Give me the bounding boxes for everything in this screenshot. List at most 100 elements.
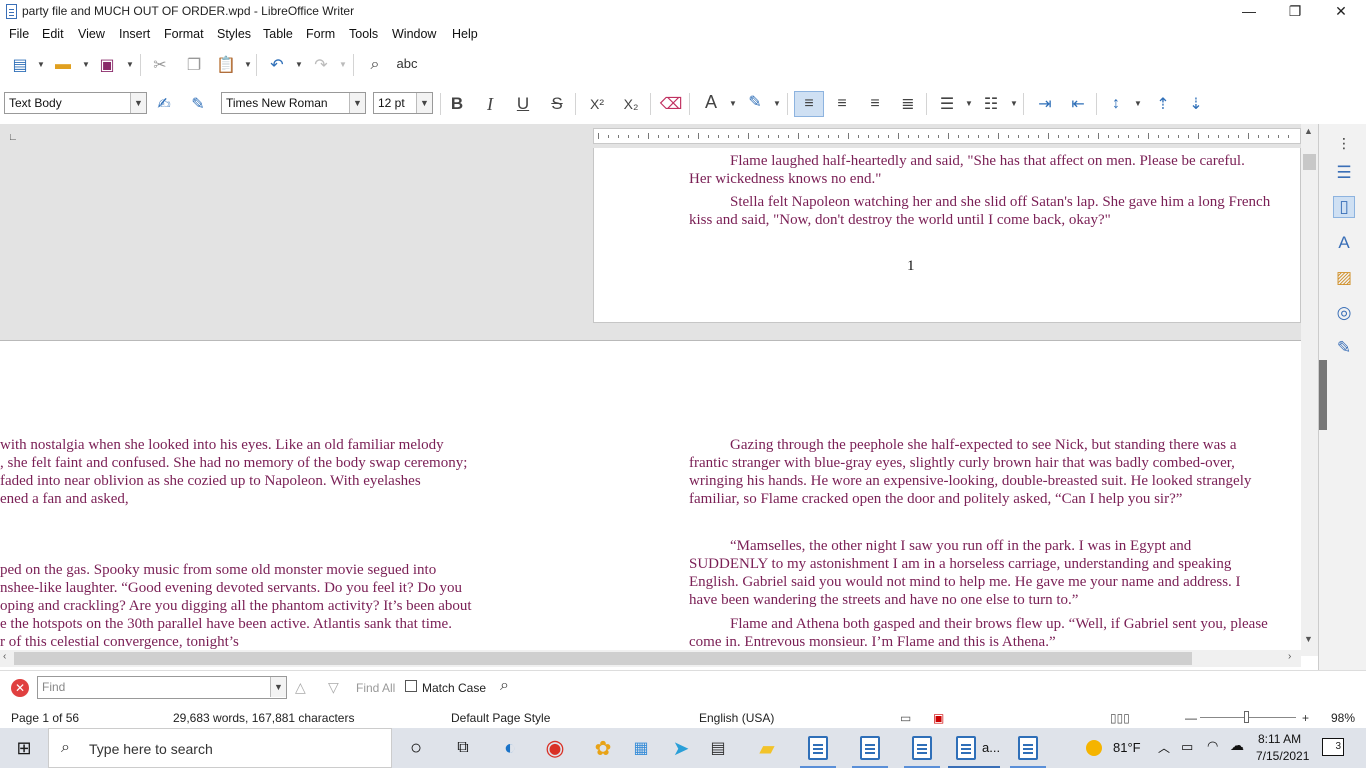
justify-icon[interactable]: ≣ bbox=[896, 92, 920, 116]
control-panel-icon[interactable]: ▦ bbox=[627, 734, 655, 762]
menu-help[interactable]: Help bbox=[452, 27, 478, 41]
manage-changes-icon[interactable]: ✎ bbox=[1333, 337, 1355, 359]
writer-window-4-icon[interactable] bbox=[952, 734, 980, 762]
vertical-scroll-thumb[interactable] bbox=[1303, 154, 1316, 170]
find-next-icon[interactable]: ▽ bbox=[328, 679, 339, 696]
menu-edit[interactable]: Edit bbox=[42, 27, 64, 41]
page-count[interactable]: Page 1 of 56 bbox=[11, 711, 79, 725]
decrease-indent-icon[interactable]: ⇤ bbox=[1066, 92, 1090, 116]
scroll-right-icon[interactable]: › bbox=[1288, 651, 1291, 662]
writer-window-3-icon[interactable] bbox=[908, 734, 936, 762]
copy-icon[interactable]: ❐ bbox=[182, 53, 206, 77]
store-icon[interactable]: ▤ bbox=[704, 734, 732, 762]
sidebar-collapse-handle[interactable] bbox=[1319, 360, 1327, 430]
clear-formatting-icon[interactable]: ⌫ bbox=[659, 92, 683, 116]
numbered-list-icon[interactable]: ☷ bbox=[979, 92, 1003, 116]
find-previous-icon[interactable]: △ bbox=[295, 679, 306, 696]
gallery-icon[interactable]: ▨ bbox=[1333, 267, 1355, 289]
chrome-icon[interactable]: ◉ bbox=[541, 734, 569, 762]
horizontal-ruler[interactable] bbox=[593, 128, 1301, 144]
underline-button[interactable]: U bbox=[511, 92, 535, 116]
align-center-icon[interactable]: ≡ bbox=[830, 92, 854, 116]
windows-start-icon[interactable]: ⊞ bbox=[10, 734, 38, 762]
clock-time[interactable]: 8:11 AM bbox=[1258, 732, 1301, 746]
writer-window-5-icon[interactable] bbox=[1014, 734, 1042, 762]
vertical-scrollbar[interactable]: ▲ ▼ bbox=[1301, 124, 1318, 656]
zoom-out-icon[interactable]: — bbox=[1185, 711, 1197, 725]
find-replace-icon[interactable]: ⌕ bbox=[500, 677, 509, 695]
menu-form[interactable]: Form bbox=[306, 27, 335, 41]
redo-dropdown-icon[interactable]: ▼ bbox=[339, 53, 347, 77]
bold-button[interactable]: B bbox=[445, 92, 469, 116]
close-find-icon[interactable]: ✕ bbox=[11, 679, 29, 697]
font-color-icon[interactable]: A bbox=[699, 90, 723, 114]
menu-file[interactable]: File bbox=[9, 27, 29, 41]
scroll-up-icon[interactable]: ▲ bbox=[1304, 126, 1313, 136]
new-dropdown-icon[interactable]: ▼ bbox=[37, 53, 45, 77]
horizontal-scrollbar[interactable]: ‹ › bbox=[0, 650, 1301, 667]
zoom-in-icon[interactable]: + bbox=[1302, 711, 1309, 725]
chevron-down-icon[interactable]: ▼ bbox=[130, 93, 146, 113]
menu-window[interactable]: Window bbox=[392, 27, 436, 41]
page-1-bottom[interactable]: Flame laughed half-heartedly and said, "… bbox=[593, 148, 1301, 323]
horizontal-scroll-thumb[interactable] bbox=[14, 652, 1192, 665]
line-spacing-icon[interactable]: ↕ bbox=[1104, 92, 1128, 116]
find-replace-icon[interactable]: ⌕ bbox=[363, 53, 387, 77]
document-area[interactable]: ∟ Flame laughed half-heartedly and said,… bbox=[0, 124, 1318, 656]
align-right-icon[interactable]: ≡ bbox=[863, 92, 887, 116]
save-dropdown-icon[interactable]: ▼ bbox=[126, 53, 134, 77]
bullet-list-icon[interactable]: ☰ bbox=[935, 92, 959, 116]
numbered-list-dropdown-icon[interactable]: ▼ bbox=[1010, 92, 1018, 116]
subscript-button[interactable]: X₂ bbox=[619, 92, 643, 116]
sidebar-menu-icon[interactable]: ⋮ bbox=[1333, 132, 1355, 154]
minimize-button[interactable]: — bbox=[1226, 0, 1272, 24]
writer-window-1-icon[interactable] bbox=[804, 734, 832, 762]
save-icon[interactable]: ▣ bbox=[95, 53, 119, 77]
paste-icon[interactable]: 📋 bbox=[214, 53, 238, 77]
weather-temperature[interactable]: 81°F bbox=[1113, 740, 1141, 755]
menu-format[interactable]: Format bbox=[164, 27, 204, 41]
align-left-icon[interactable]: ≡ bbox=[794, 91, 824, 117]
spelling-icon[interactable]: abc bbox=[395, 51, 419, 75]
find-input[interactable]: Find ▼ bbox=[37, 676, 287, 699]
menu-styles[interactable]: Styles bbox=[217, 27, 251, 41]
language[interactable]: English (USA) bbox=[699, 711, 774, 725]
cut-icon[interactable]: ✂ bbox=[148, 53, 172, 77]
chevron-down-icon[interactable]: ▼ bbox=[270, 677, 286, 697]
chevron-down-icon[interactable]: ▼ bbox=[349, 93, 365, 113]
paragraph-style-select[interactable]: Text Body ▼ bbox=[4, 92, 147, 114]
undo-icon[interactable]: ↶ bbox=[265, 53, 289, 77]
zoom-slider-thumb[interactable] bbox=[1244, 711, 1249, 723]
page-style[interactable]: Default Page Style bbox=[451, 711, 550, 725]
new-style-icon[interactable]: ✎ bbox=[186, 92, 210, 116]
update-style-icon[interactable]: ✍ bbox=[152, 92, 176, 116]
selection-mode-icon[interactable]: ▭ bbox=[900, 711, 911, 725]
increase-indent-icon[interactable]: ⇥ bbox=[1033, 92, 1057, 116]
close-button[interactable]: ✕ bbox=[1318, 0, 1364, 24]
paste-dropdown-icon[interactable]: ▼ bbox=[244, 53, 252, 77]
wifi-icon[interactable]: ◠ bbox=[1207, 738, 1218, 754]
task-view-icon[interactable]: ⧉ bbox=[449, 734, 477, 762]
edge-icon[interactable]: ◐ bbox=[496, 734, 524, 762]
restore-button[interactable]: ❐ bbox=[1272, 0, 1318, 24]
italic-button[interactable]: I bbox=[478, 92, 502, 116]
show-hidden-icons-icon[interactable]: ︿ bbox=[1158, 739, 1170, 756]
scroll-left-icon[interactable]: ‹ bbox=[3, 651, 6, 662]
word-count[interactable]: 29,683 words, 167,881 characters bbox=[173, 711, 354, 725]
notification-center-icon[interactable]: 3 bbox=[1322, 738, 1344, 756]
scroll-down-icon[interactable]: ▼ bbox=[1304, 634, 1313, 644]
undo-dropdown-icon[interactable]: ▼ bbox=[295, 53, 303, 77]
superscript-button[interactable]: X² bbox=[585, 92, 609, 116]
navigator-icon[interactable]: ◎ bbox=[1333, 302, 1355, 324]
battery-icon[interactable]: ▭ bbox=[1181, 739, 1193, 755]
zoom-level[interactable]: 98% bbox=[1331, 711, 1355, 725]
open-dropdown-icon[interactable]: ▼ bbox=[82, 53, 90, 77]
taskbar-search-box[interactable]: ⌕ Type here to search bbox=[48, 728, 392, 768]
highlight-dropdown-icon[interactable]: ▼ bbox=[773, 92, 781, 116]
decrease-paragraph-spacing-icon[interactable]: ⇣ bbox=[1184, 92, 1208, 116]
clock-date[interactable]: 7/15/2021 bbox=[1256, 749, 1309, 763]
redo-icon[interactable]: ↷ bbox=[309, 53, 333, 77]
menu-table[interactable]: Table bbox=[263, 27, 293, 41]
open-folder-icon[interactable]: ▬ bbox=[51, 53, 75, 77]
menu-insert[interactable]: Insert bbox=[119, 27, 150, 41]
